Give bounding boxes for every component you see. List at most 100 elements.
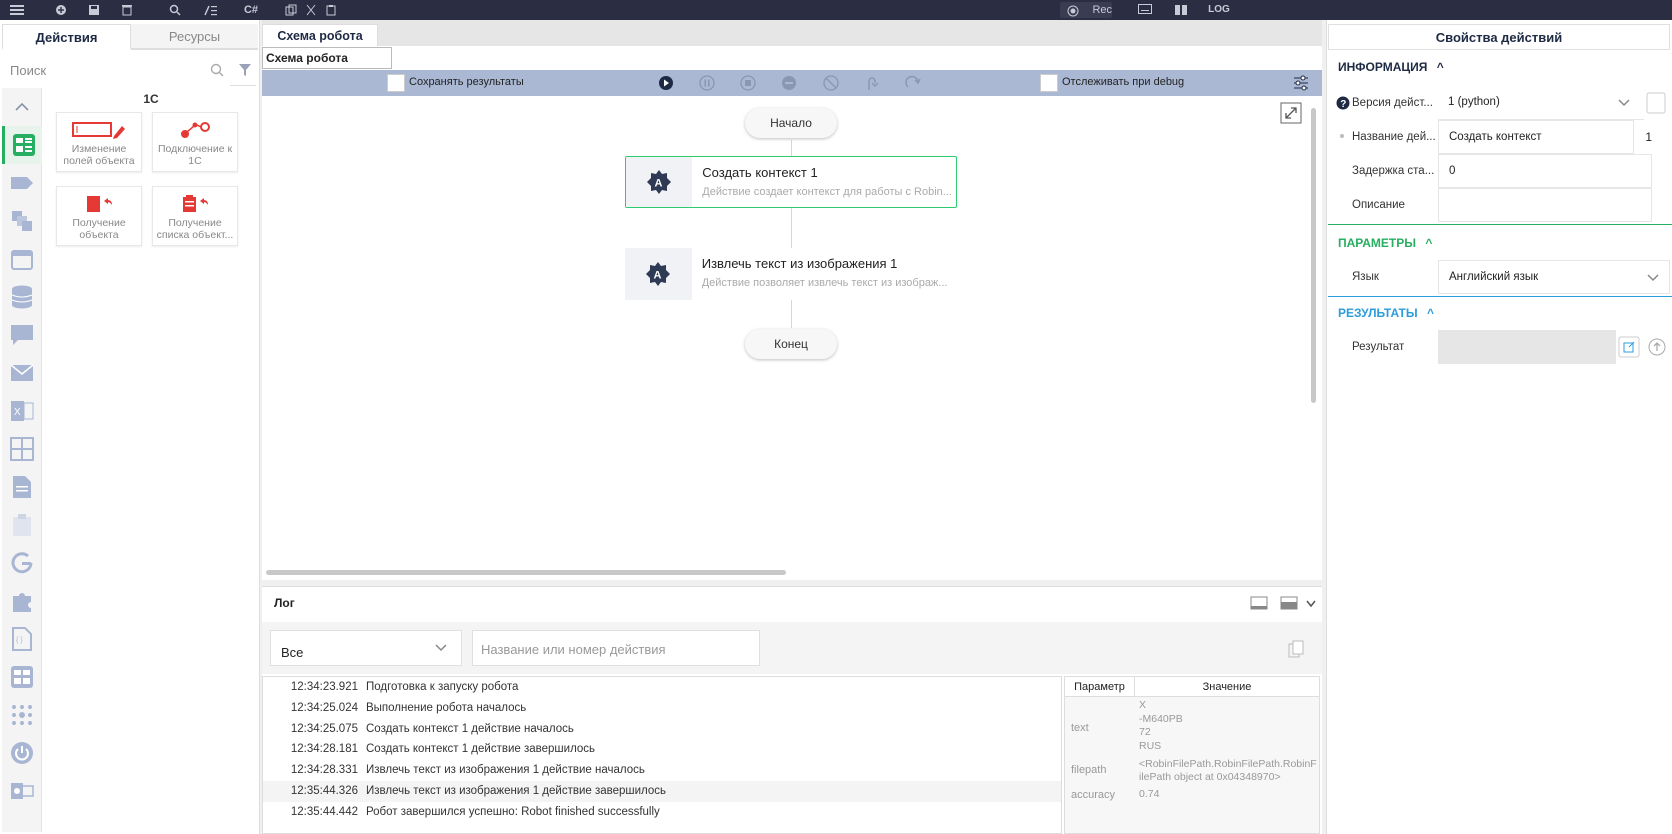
copy-log-icon[interactable] <box>1288 640 1304 658</box>
upload-icon[interactable] <box>1648 338 1666 356</box>
trash-icon[interactable] <box>118 2 136 18</box>
action-card-connect-1c[interactable]: Подключение к 1С <box>152 112 238 172</box>
section-results[interactable]: РЕЗУЛЬТАТЫ ^ <box>1328 298 1672 328</box>
get-list-icon <box>183 195 208 212</box>
tab-robot-schema[interactable]: Схема робота <box>262 24 378 46</box>
log-level-select[interactable]: Все <box>270 630 462 666</box>
action-node-extract-text[interactable]: A Извлечь текст из изображения 1 Действие… <box>625 248 957 300</box>
edit-result-icon[interactable] <box>1618 336 1640 358</box>
stop-icon[interactable] <box>739 74 757 92</box>
language-select[interactable]: Английский язык <box>1438 260 1670 294</box>
log-row[interactable]: 12:34:28.181 Создать контекст 1 действие … <box>263 739 1061 760</box>
code-icon[interactable] <box>1646 92 1666 114</box>
excel-icon[interactable]: X <box>2 392 42 430</box>
search-input[interactable] <box>2 54 230 86</box>
log-time: 12:34:25.024 <box>290 701 358 714</box>
chat-icon[interactable] <box>2 316 42 354</box>
cut-icon[interactable] <box>302 2 320 18</box>
puzzle-icon[interactable] <box>2 582 42 620</box>
param-column-header: Параметр <box>1065 677 1135 696</box>
book-icon[interactable] <box>1172 2 1190 18</box>
add-icon[interactable] <box>52 2 70 18</box>
log-row[interactable]: 12:35:44.442 Робот завершился успешно: Ro… <box>263 802 1061 823</box>
play-icon[interactable] <box>657 74 675 92</box>
description-input[interactable] <box>1438 188 1652 222</box>
mail-icon[interactable] <box>2 354 42 392</box>
tab-actions[interactable]: Действия <box>2 24 131 50</box>
minus-icon[interactable] <box>780 74 798 92</box>
start-node[interactable]: Начало <box>745 108 837 138</box>
record-button[interactable]: Rec <box>1060 2 1112 18</box>
dots-grid-icon[interactable] <box>2 696 42 734</box>
copy-icon[interactable] <box>282 2 300 18</box>
value-column-header: Значение <box>1202 681 1252 693</box>
version-select[interactable]: 1 (python) <box>1438 86 1644 120</box>
document-icon[interactable] <box>2 468 42 506</box>
param-value: <RobinFilePath.RobinFilePath.RobinFilePa… <box>1139 758 1317 783</box>
section-info[interactable]: ИНФОРМАЦИЯ ^ <box>1328 52 1672 82</box>
menu-icon[interactable] <box>8 2 26 18</box>
keyboard-icon[interactable] <box>1136 2 1154 18</box>
log-level-value: Все <box>281 645 304 660</box>
csharp-button[interactable]: C# <box>240 2 262 18</box>
paste-icon[interactable] <box>322 2 340 18</box>
subtab-robot-schema[interactable]: Схема робота <box>262 47 392 69</box>
panel-minimize-icon[interactable] <box>1250 596 1268 610</box>
track-debug-checkbox[interactable] <box>1040 74 1058 92</box>
redo-icon[interactable] <box>904 74 922 92</box>
panel-half-icon[interactable] <box>1280 596 1298 610</box>
category-title: 1С <box>143 92 159 106</box>
google-icon[interactable] <box>2 544 42 582</box>
end-node[interactable]: Конец <box>745 329 837 359</box>
param-name: accuracy <box>1071 789 1116 801</box>
log-row[interactable]: 12:34:23.921 Подготовка к запуску робота <box>263 677 1061 698</box>
calendar-icon[interactable] <box>2 240 42 278</box>
tab-resources[interactable]: Ресурсы <box>131 24 258 50</box>
table-grid-icon[interactable] <box>2 430 42 468</box>
log-row[interactable]: 12:34:25.075 Создать контекст 1 действие … <box>263 719 1061 740</box>
action-a-icon: A <box>647 170 672 194</box>
chevron-down-icon[interactable] <box>1306 600 1316 608</box>
result-input[interactable] <box>1438 330 1616 364</box>
log-button[interactable]: LOG <box>1204 2 1234 18</box>
language-value: Английский язык <box>1449 271 1539 283</box>
help-icon[interactable]: ? <box>1336 96 1350 110</box>
log-row-selected[interactable]: 12:35:44.326 Извлечь текст из изображения… <box>263 780 1061 802</box>
horizontal-scrollbar[interactable] <box>266 570 786 575</box>
action-card-change-fields[interactable]: Изменение полей объекта <box>56 112 142 172</box>
database-icon[interactable] <box>2 278 42 316</box>
category-1c-icon[interactable] <box>2 126 42 164</box>
edit-list-icon[interactable] <box>202 2 220 18</box>
chevron-down-icon <box>1618 99 1630 107</box>
filter-icon[interactable] <box>238 63 252 77</box>
log-row[interactable]: 12:34:28.331 Извлечь текст из изображения… <box>263 760 1061 781</box>
delay-input[interactable]: 0 <box>1438 154 1652 188</box>
settings-sliders-icon[interactable] <box>1292 74 1310 92</box>
power-icon[interactable] <box>2 734 42 772</box>
tag-icon[interactable] <box>2 164 42 202</box>
name-row: Название дей... Создать контекст 1 <box>1328 120 1672 154</box>
json-file-icon[interactable]: { } <box>2 620 42 658</box>
windows-icon[interactable] <box>2 202 42 240</box>
action-filter-input[interactable]: Название или номер действия <box>472 630 760 666</box>
outlook-icon[interactable] <box>2 772 42 810</box>
step-icon[interactable] <box>863 74 881 92</box>
clipboard-icon[interactable] <box>2 506 42 544</box>
name-input[interactable]: Создать контекст <box>1438 120 1634 154</box>
spreadsheet-icon[interactable] <box>2 658 42 696</box>
block-icon[interactable] <box>822 74 840 92</box>
action-node-create-context[interactable]: A Создать контекст 1 Действие создает кон… <box>625 156 957 208</box>
fullscreen-icon[interactable] <box>1280 102 1302 124</box>
save-results-checkbox[interactable] <box>387 74 405 92</box>
collapse-up-icon[interactable] <box>2 88 42 126</box>
action-card-get-object-list[interactable]: Получение списка объект... <box>152 186 238 246</box>
pause-icon[interactable] <box>698 74 716 92</box>
search-icon[interactable] <box>210 63 224 77</box>
section-params[interactable]: ПАРАМЕТРЫ ^ <box>1328 228 1672 258</box>
left-tabs: Действия Ресурсы <box>2 24 258 50</box>
vertical-scrollbar[interactable] <box>1311 108 1316 403</box>
action-card-get-object[interactable]: Получение объекта <box>56 186 142 246</box>
log-row[interactable]: 12:34:25.024 Выполнение робота началось <box>263 698 1061 719</box>
search-icon[interactable] <box>166 2 184 18</box>
save-icon[interactable] <box>85 2 103 18</box>
